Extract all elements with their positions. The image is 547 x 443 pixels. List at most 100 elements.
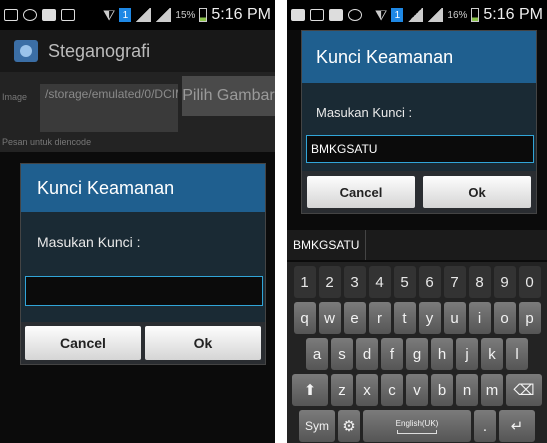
suggestion-word[interactable]: BMKGSATU — [287, 230, 367, 260]
key[interactable]: 3 — [343, 266, 366, 298]
keyboard-row-1: q w e r t y u i o p — [290, 302, 544, 334]
ok-button[interactable]: Ok — [423, 176, 531, 208]
key[interactable]: y — [418, 302, 441, 334]
key[interactable]: v — [406, 374, 428, 406]
key[interactable]: t — [393, 302, 416, 334]
key-input[interactable] — [25, 276, 263, 306]
key[interactable]: x — [356, 374, 378, 406]
key[interactable]: b — [431, 374, 453, 406]
battery-icon — [199, 8, 208, 22]
whatsapp-icon — [348, 9, 362, 21]
enter-key-icon[interactable]: ↵ — [499, 410, 535, 442]
key[interactable]: i — [468, 302, 491, 334]
key[interactable]: j — [456, 338, 478, 370]
image-label: Image — [2, 92, 28, 102]
key[interactable]: 5 — [393, 266, 416, 298]
keyboard-language-label: English(UK) — [395, 418, 439, 428]
key[interactable]: d — [356, 338, 378, 370]
bbm-icon — [329, 9, 343, 21]
cell-signal-icon — [155, 8, 172, 22]
back-icon — [291, 9, 305, 21]
pick-image-button[interactable]: Pilih Gambar — [182, 76, 275, 116]
whatsapp-icon — [23, 9, 37, 21]
left-screen: ⧨ 1 15% 5:16 PM Steganografi Image /stor… — [0, 0, 275, 443]
backspace-key-icon[interactable]: ⌫ — [506, 374, 542, 406]
message-label: Pesan untuk diencode — [2, 137, 92, 147]
picture-icon — [310, 9, 324, 21]
picture-icon — [4, 9, 18, 21]
action-bar: Steganografi — [0, 30, 275, 72]
status-bar: ⧨ 1 16% 5:16 PM — [287, 0, 547, 30]
app-title: Steganografi — [48, 40, 151, 61]
usb-icon: ⧨ — [102, 6, 116, 23]
settings-key-icon[interactable]: ⚙ — [338, 410, 360, 442]
wifi-signal-icon — [407, 8, 424, 22]
cancel-button[interactable]: Cancel — [25, 326, 141, 360]
ok-button[interactable]: Ok — [145, 326, 261, 360]
key[interactable]: k — [481, 338, 503, 370]
key[interactable]: 4 — [368, 266, 391, 298]
dialog-message: Masukan Kunci : — [316, 105, 413, 120]
sym-key[interactable]: Sym — [299, 410, 335, 442]
key[interactable]: e — [343, 302, 366, 334]
suggestion-bar: BMKGSATU — [287, 230, 547, 260]
dialog-message: Masukan Kunci : — [37, 234, 141, 250]
mail-icon — [61, 9, 75, 21]
image-path-field[interactable]: /storage/emulated/0/DCIM/Camera/Bunga_JP… — [40, 84, 178, 132]
notification-badge-icon: 1 — [391, 8, 404, 22]
shift-key-icon[interactable]: ⬆ — [292, 374, 328, 406]
key[interactable]: r — [368, 302, 391, 334]
key[interactable]: 6 — [418, 266, 441, 298]
key[interactable]: w — [318, 302, 341, 334]
key[interactable]: f — [381, 338, 403, 370]
dialog-buttons: Cancel Ok — [302, 171, 536, 213]
key[interactable]: 0 — [518, 266, 541, 298]
key[interactable]: l — [506, 338, 528, 370]
dialog-body: Masukan Kunci : BMKGSATU — [302, 83, 536, 171]
key[interactable]: c — [381, 374, 403, 406]
space-bar-icon — [397, 429, 437, 434]
bbm-icon — [42, 9, 56, 21]
key[interactable]: a — [306, 338, 328, 370]
soft-keyboard: 1 2 3 4 5 6 7 8 9 0 q w e r t y u i o p … — [287, 262, 547, 443]
period-key[interactable]: . — [474, 410, 496, 442]
key[interactable]: g — [406, 338, 428, 370]
key[interactable]: p — [518, 302, 541, 334]
key[interactable]: o — [493, 302, 516, 334]
key[interactable]: z — [331, 374, 353, 406]
app-logo-icon — [14, 40, 38, 62]
space-key[interactable]: English(UK) — [363, 410, 471, 442]
security-key-dialog: Kunci Keamanan Masukan Kunci : Cancel Ok — [20, 163, 266, 365]
key[interactable]: 8 — [468, 266, 491, 298]
notification-badge-icon: 1 — [119, 8, 132, 22]
right-screen: ⧨ 1 16% 5:16 PM Kunci Keamanan Masukan K… — [287, 0, 547, 443]
battery-percent: 16% — [447, 9, 468, 21]
key[interactable]: u — [443, 302, 466, 334]
key[interactable]: 2 — [318, 266, 341, 298]
key-input[interactable]: BMKGSATU — [306, 135, 534, 163]
battery-percent: 15% — [175, 9, 196, 21]
status-bar: ⧨ 1 15% 5:16 PM — [0, 0, 275, 30]
dialog-buttons: Cancel Ok — [21, 322, 265, 364]
dialog-body: Masukan Kunci : — [21, 212, 265, 322]
wifi-signal-icon — [135, 8, 152, 22]
key[interactable]: h — [431, 338, 453, 370]
key[interactable]: 1 — [293, 266, 316, 298]
security-key-dialog: Kunci Keamanan Masukan Kunci : BMKGSATU … — [301, 30, 537, 214]
dialog-title: Kunci Keamanan — [302, 31, 536, 83]
key[interactable]: 9 — [493, 266, 516, 298]
clock: 5:16 PM — [211, 6, 271, 23]
keyboard-row-3: ⬆ z x c v b n m ⌫ — [290, 374, 544, 406]
keyboard-row-4: Sym ⚙ English(UK) . ↵ — [290, 410, 544, 442]
key[interactable]: s — [331, 338, 353, 370]
clock: 5:16 PM — [483, 6, 543, 23]
keyboard-row-numbers: 1 2 3 4 5 6 7 8 9 0 — [290, 266, 544, 298]
dialog-title: Kunci Keamanan — [21, 164, 265, 212]
usb-icon: ⧨ — [374, 6, 388, 23]
key[interactable]: q — [293, 302, 316, 334]
key[interactable]: 7 — [443, 266, 466, 298]
key[interactable]: m — [481, 374, 503, 406]
key[interactable]: n — [456, 374, 478, 406]
cancel-button[interactable]: Cancel — [307, 176, 415, 208]
keyboard-row-2: a s d f g h j k l — [290, 338, 544, 370]
